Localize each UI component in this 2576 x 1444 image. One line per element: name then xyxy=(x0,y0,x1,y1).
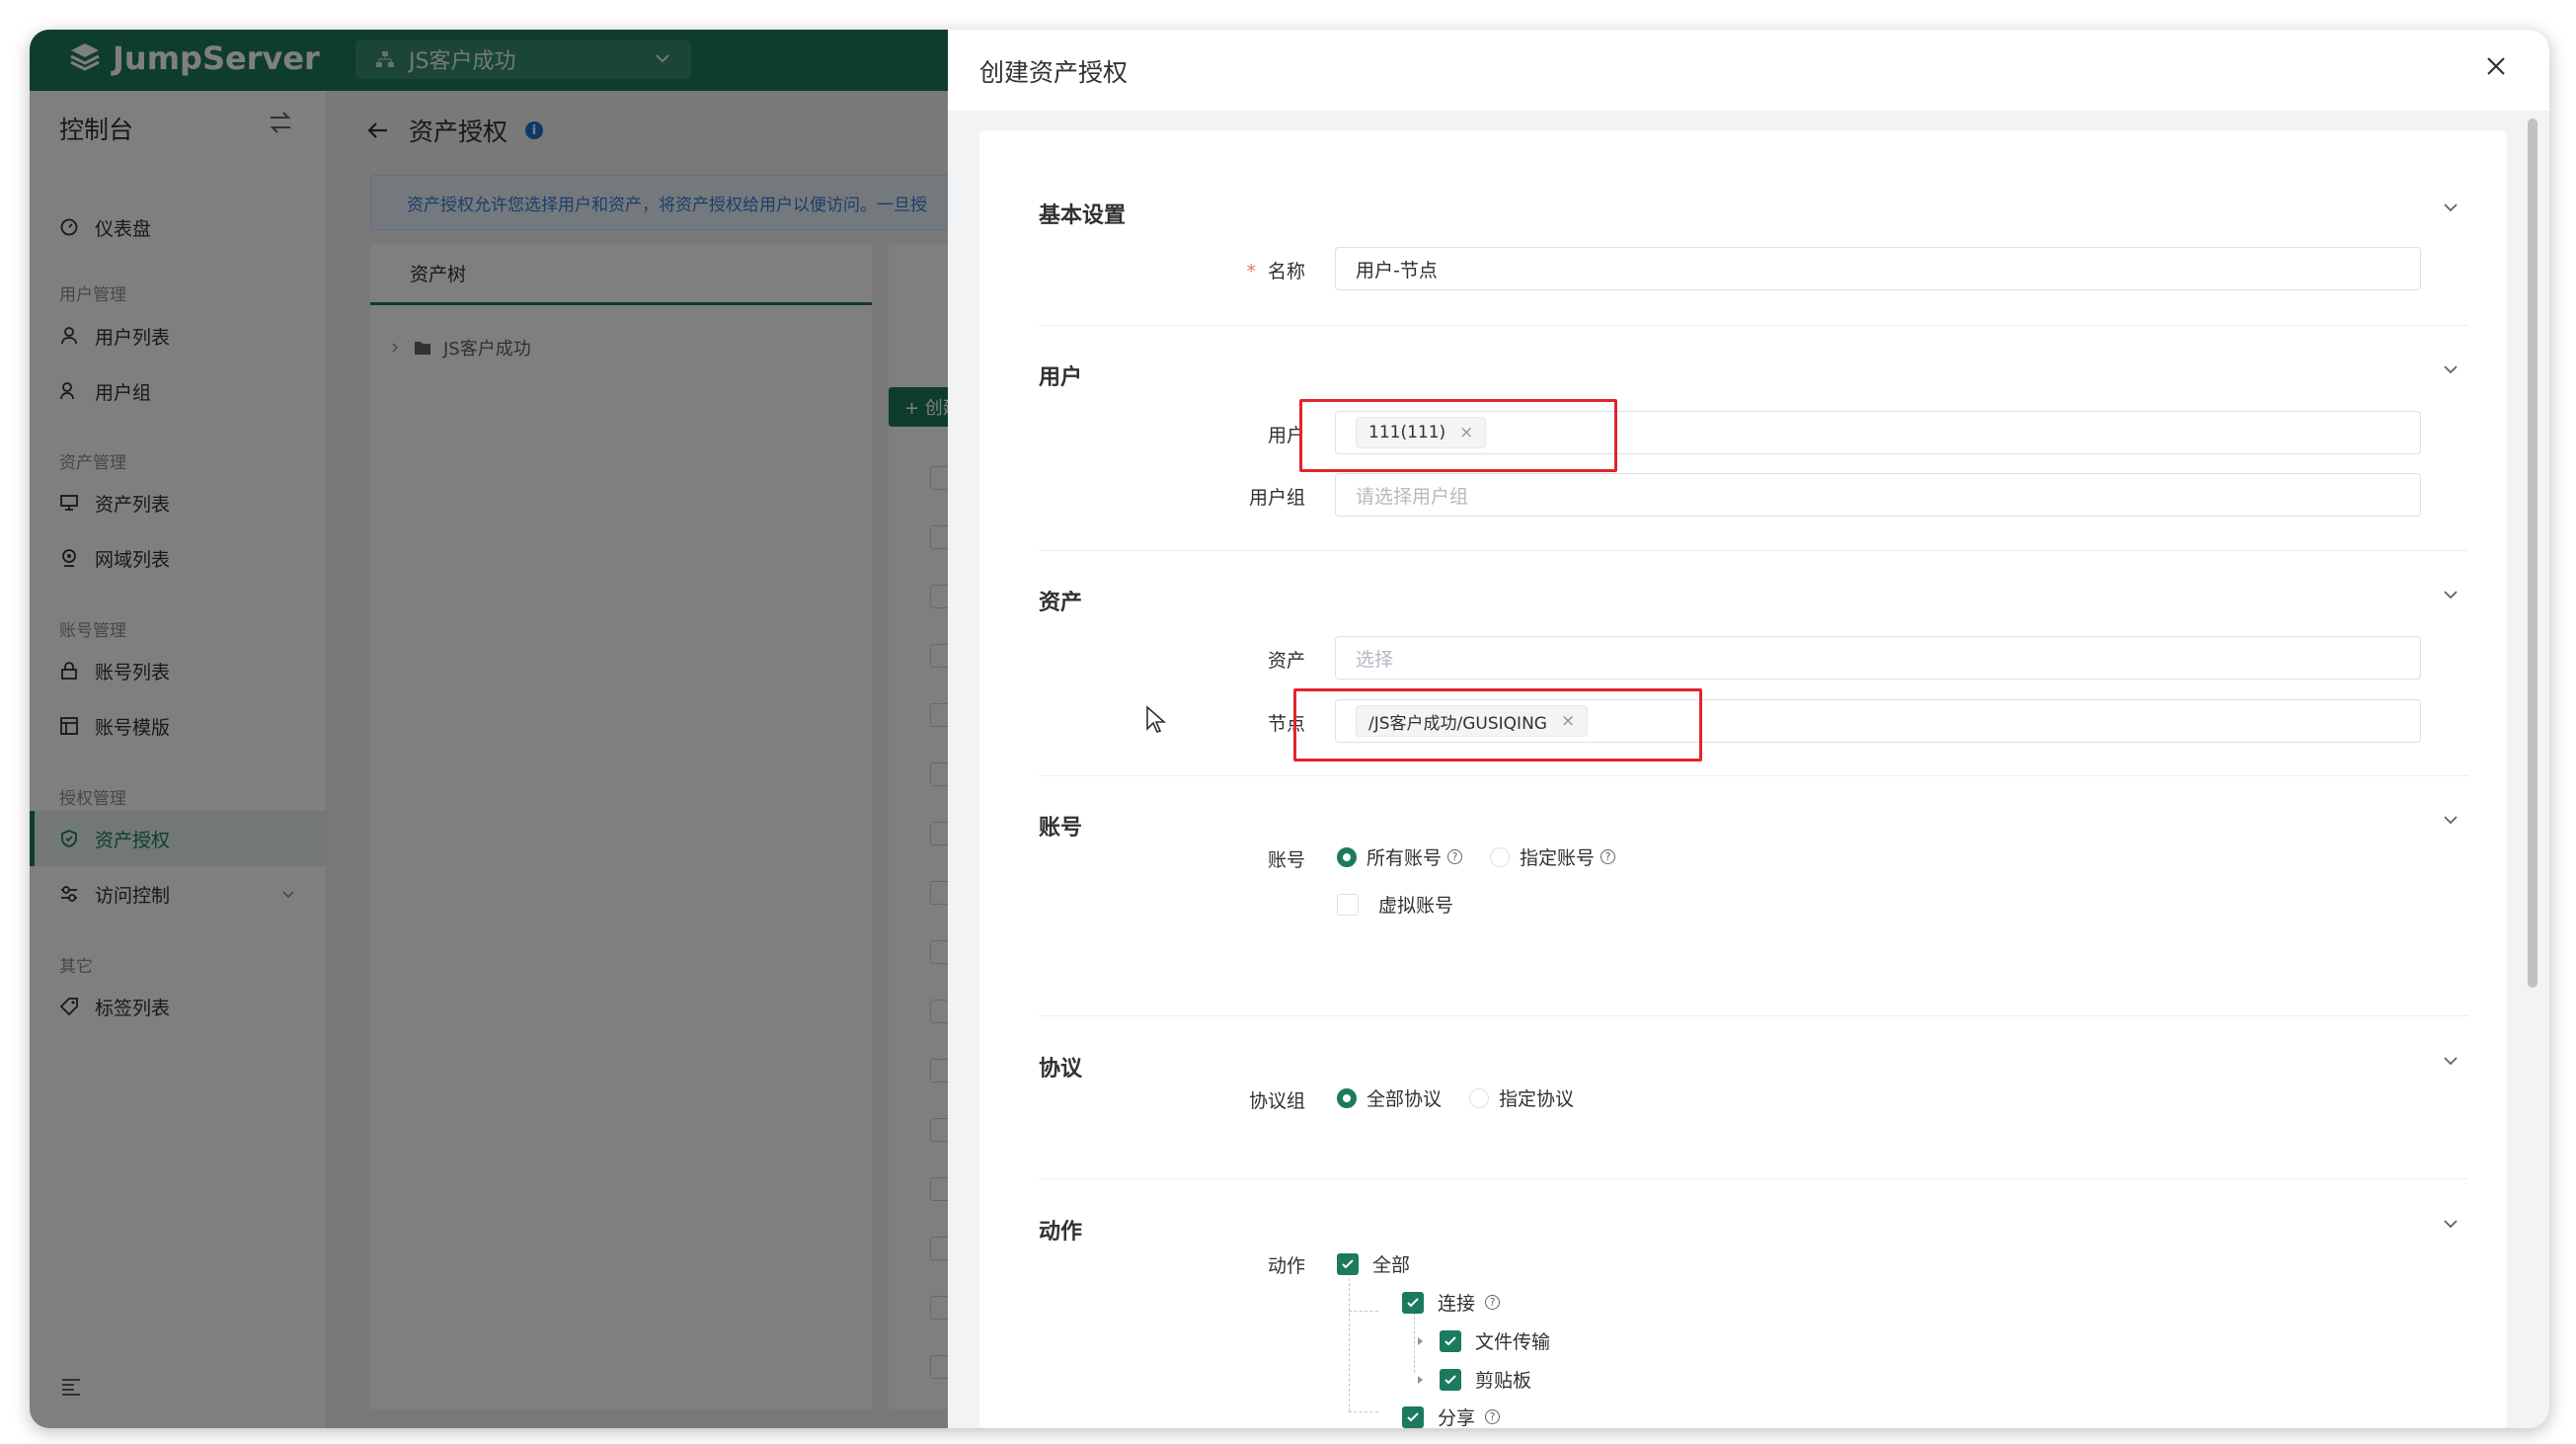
action-label: 连接 xyxy=(1438,1293,1476,1315)
radio-specified-accounts[interactable]: 指定账号 ? xyxy=(1490,843,1616,870)
protocol-group-label: 协议组 xyxy=(1248,1090,1305,1112)
radio-dot xyxy=(1469,1087,1490,1108)
radio-label: 指定协议 xyxy=(1499,1088,1575,1110)
actions-label: 动作 xyxy=(1267,1255,1305,1277)
check-icon xyxy=(1407,1297,1419,1307)
radio-dot xyxy=(1337,846,1357,867)
checkbox-label: 虚拟账号 xyxy=(1378,895,1454,917)
checkbox-checked xyxy=(1402,1405,1424,1428)
chevron-down-icon[interactable] xyxy=(2441,1051,2460,1071)
radio-dot xyxy=(1337,1087,1357,1108)
help-icon[interactable]: ? xyxy=(1485,1409,1501,1424)
tree-guide xyxy=(1349,1411,1378,1412)
action-clipboard[interactable]: 剪贴板 xyxy=(1414,1366,1531,1393)
section-assets-title: 资产 xyxy=(1039,591,1083,615)
action-file-transfer[interactable]: 文件传输 xyxy=(1414,1327,1550,1354)
section-actions-title: 动作 xyxy=(1039,1220,1083,1244)
drawer-form: 基本设置 * 名称 用户-节点 用户 用户 111(111) × 用户组 请选择用… xyxy=(979,130,2507,1428)
section-accounts-title: 账号 xyxy=(1039,816,1083,841)
accounts-label: 账号 xyxy=(1267,849,1305,871)
help-icon[interactable]: ? xyxy=(1600,849,1616,864)
user-groups-label: 用户组 xyxy=(1248,487,1305,509)
action-label: 文件传输 xyxy=(1475,1331,1551,1353)
required-mark: * xyxy=(1246,261,1256,282)
chevron-down-icon[interactable] xyxy=(2441,1214,2460,1234)
help-icon[interactable]: ? xyxy=(1447,849,1463,864)
section-protocols-title: 协议 xyxy=(1039,1057,1083,1082)
divider xyxy=(1039,775,2468,776)
action-label: 全部 xyxy=(1372,1254,1411,1276)
action-label: 剪贴板 xyxy=(1475,1370,1532,1392)
checkbox-checked xyxy=(1440,1368,1461,1391)
mouse-cursor-icon xyxy=(1146,705,1167,733)
radio-all-accounts[interactable]: 所有账号 ? xyxy=(1337,843,1463,870)
name-field[interactable]: 用户-节点 xyxy=(1335,247,2421,290)
checkbox-checked xyxy=(1440,1329,1461,1352)
divider xyxy=(1039,550,2468,551)
accounts-radio-group: 所有账号 ? 指定账号 ? xyxy=(1337,843,1643,870)
tree-guide xyxy=(1349,1311,1378,1312)
chevron-down-icon[interactable] xyxy=(2441,585,2460,604)
check-icon xyxy=(1444,1374,1456,1384)
assets-select[interactable]: 选择 xyxy=(1335,636,2421,680)
check-icon xyxy=(1342,1258,1354,1268)
highlight-box-nodes xyxy=(1293,688,1702,762)
tree-guide xyxy=(1349,1273,1350,1411)
checkbox-checked xyxy=(1402,1291,1424,1314)
action-connect[interactable]: 连接 ? xyxy=(1402,1289,1501,1316)
divider xyxy=(1039,325,2468,326)
action-all[interactable]: 全部 xyxy=(1337,1250,1410,1277)
check-icon xyxy=(1407,1411,1419,1421)
chevron-down-icon[interactable] xyxy=(2441,198,2460,217)
drawer-title: 创建资产授权 xyxy=(979,58,1129,87)
caret-right-icon[interactable] xyxy=(1414,1374,1426,1386)
close-icon[interactable] xyxy=(2483,53,2509,79)
chevron-down-icon[interactable] xyxy=(2441,810,2460,830)
divider xyxy=(1039,1015,2468,1016)
user-groups-select[interactable]: 请选择用户组 xyxy=(1335,473,2421,517)
user-groups-placeholder: 请选择用户组 xyxy=(1356,485,1469,508)
assets-placeholder: 选择 xyxy=(1356,648,1394,671)
create-permission-drawer: 创建资产授权 基本设置 * 名称 用户-节点 用户 用户 111(111) × 用… xyxy=(948,30,2549,1428)
action-share[interactable]: 分享 ? xyxy=(1402,1404,1501,1428)
name-value: 用户-节点 xyxy=(1356,259,1438,281)
help-icon[interactable]: ? xyxy=(1485,1295,1501,1310)
checkbox-checked xyxy=(1337,1252,1359,1275)
check-icon xyxy=(1444,1335,1456,1345)
scrollbar[interactable] xyxy=(2528,119,2537,988)
radio-label: 指定账号 xyxy=(1520,847,1596,869)
virtual-accounts-checkbox[interactable]: 虚拟账号 xyxy=(1337,891,1453,918)
assets-label: 资产 xyxy=(1267,650,1305,672)
radio-all-protocols[interactable]: 全部协议 xyxy=(1337,1084,1442,1111)
radio-specified-protocols[interactable]: 指定协议 xyxy=(1469,1084,1574,1111)
section-users-title: 用户 xyxy=(1039,365,1083,390)
protocols-radio-group: 全部协议 指定协议 xyxy=(1337,1084,1601,1111)
radio-dot xyxy=(1490,846,1511,867)
divider xyxy=(1039,1178,2468,1179)
highlight-box-users xyxy=(1299,399,1617,472)
chevron-down-icon[interactable] xyxy=(2441,360,2460,379)
radio-label: 所有账号 xyxy=(1366,847,1443,869)
section-basic-title: 基本设置 xyxy=(1039,203,1127,228)
users-label: 用户 xyxy=(1267,425,1305,446)
radio-label: 全部协议 xyxy=(1366,1088,1443,1110)
caret-right-icon[interactable] xyxy=(1414,1335,1426,1347)
action-label: 分享 xyxy=(1438,1407,1476,1428)
nodes-label: 节点 xyxy=(1267,713,1305,735)
checkbox xyxy=(1337,893,1359,916)
drawer-header: 创建资产授权 xyxy=(948,30,2549,111)
name-label-text: 名称 xyxy=(1267,261,1305,282)
name-label: * 名称 xyxy=(1108,257,1305,283)
